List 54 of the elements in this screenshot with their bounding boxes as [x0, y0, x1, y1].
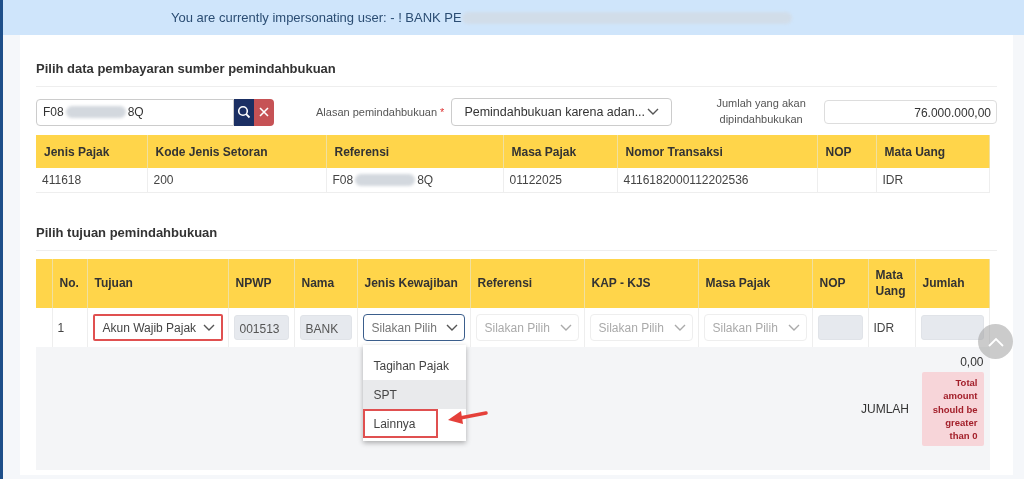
- chevron-down-icon: [647, 108, 660, 116]
- column-header: Kode Jenis Setoran: [147, 135, 326, 168]
- table-cell: IDR: [876, 168, 990, 193]
- column-header: No.: [52, 259, 87, 308]
- menu-option[interactable]: SPT: [362, 380, 466, 409]
- total-label: JUMLAH: [861, 401, 909, 416]
- table-cell: 4116182000112202536: [617, 168, 817, 193]
- select-dropdown[interactable]: Silakan Pilih: [362, 314, 465, 341]
- menu-option[interactable]: Tagihan Pajak: [362, 351, 466, 380]
- search-icon: [237, 105, 251, 119]
- banner-text: You are currently impersonating user: - ! BANK PE: [171, 10, 462, 25]
- column-header: Nama: [294, 259, 357, 308]
- menu-option[interactable]: Lainnya: [362, 409, 438, 438]
- column-header: NOP: [812, 259, 868, 308]
- clear-button[interactable]: [254, 98, 274, 126]
- table-cell: 01122025: [503, 168, 617, 193]
- table-cell: 411618: [36, 168, 147, 193]
- column-header: Mata Uang: [868, 259, 915, 308]
- column-header: Masa Pajak: [698, 259, 812, 308]
- table-cell: IDR: [873, 320, 895, 335]
- chevron-down-icon: [673, 323, 686, 332]
- table-cell: 200: [147, 168, 326, 193]
- column-header: Referensi: [470, 259, 584, 308]
- section-title: Pilih tujuan pemindahbukuan: [36, 225, 997, 251]
- column-header: Jenis Kewajiban: [357, 259, 470, 308]
- reason-dropdown[interactable]: Pemindahbukuan karena adan...: [451, 98, 673, 126]
- table-cell: F08 8Q: [326, 168, 503, 193]
- required-mark: *: [440, 106, 445, 118]
- close-icon: [258, 106, 270, 118]
- column-header: NPWP: [228, 259, 294, 308]
- column-header: Nomor Transaksi: [617, 135, 817, 168]
- select-dropdown[interactable]: Akun Wajib Pajak: [92, 314, 223, 341]
- field-label: Alasan pemindahbukuan: [316, 106, 438, 118]
- column-header: Tujuan: [87, 259, 228, 308]
- table-cell: 1: [57, 320, 65, 335]
- chevron-down-icon: [445, 323, 458, 332]
- field-label: Jumlah yang akan dipindahbukukan: [715, 96, 807, 127]
- scroll-top-button[interactable]: [978, 324, 1013, 359]
- chevron-down-icon: [202, 323, 215, 332]
- section-title: Pilih data pembayaran sumber pemindahbukuan: [36, 61, 997, 87]
- chevron-down-icon: [787, 323, 800, 332]
- amount-field[interactable]: 76.000.000,00: [823, 100, 997, 124]
- column-header: Masa Pajak: [503, 135, 617, 168]
- search-field[interactable]: F08 8Q: [36, 98, 234, 126]
- error-message: Total amount should be greater than 0: [922, 372, 984, 447]
- column-header: Jenis Pajak: [36, 135, 147, 168]
- column-header: NOP: [817, 135, 876, 168]
- search-button[interactable]: [234, 98, 254, 126]
- column-header: Mata Uang: [876, 135, 990, 168]
- total-value: 0,00: [959, 355, 984, 369]
- column-header: Jumlah: [915, 259, 990, 308]
- column-header: KAP - KJS: [584, 259, 698, 308]
- chevron-down-icon: [559, 323, 572, 332]
- column-header: Referensi: [326, 135, 503, 168]
